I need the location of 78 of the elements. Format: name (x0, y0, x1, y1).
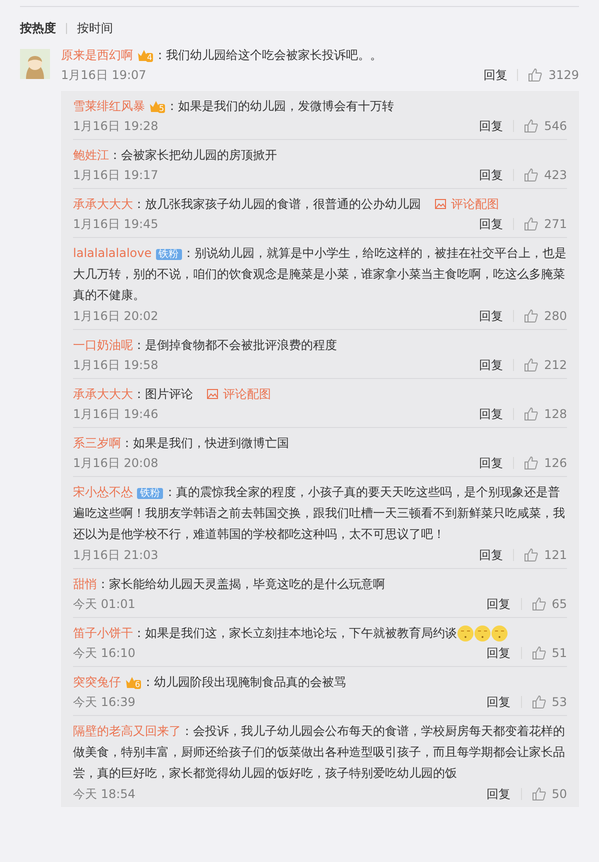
reply-link[interactable]: 回复 (479, 310, 514, 322)
sort-tab[interactable]: 按热度 (20, 20, 56, 37)
comment-text: ：如果是我们这，家长立刻挂本地论坛，下午就被教育局约谈 (133, 625, 457, 642)
avatar[interactable] (20, 49, 50, 79)
comment-time: 今天 16:10 (73, 644, 136, 662)
like-count: 65 (552, 597, 567, 611)
like-count: 212 (544, 358, 567, 372)
reply-link[interactable]: 回复 (479, 120, 514, 132)
reply-link[interactable]: 回复 (479, 549, 514, 561)
comment-text: 隔壁的老高又回来了：会投诉，我儿子幼儿园会公布每天的食谱，学校厨房每天都变着花样的做美食，特别丰富，厨师还给孩子们的饭菜做出各种造型吸引孩子，而且每学期都会让家长品尝，真的巨好吃，家长都觉得幼儿园的饭好吃，孩子特别爱吃幼儿园的饭 (73, 723, 566, 782)
comment-time: 1月16日 20:02 (73, 308, 160, 324)
thumbs-up-icon[interactable] (524, 119, 538, 133)
reply-link[interactable]: 回复 (479, 359, 514, 371)
comment-time: 今天 16:39 (73, 694, 136, 710)
reply-link[interactable]: 回复 (486, 647, 522, 659)
comment-time: 1月16日 21:03 (73, 546, 160, 564)
comment-time: 今天 18:54 (73, 786, 136, 802)
comment-text: 宋小怂不怂 铁粉 ：真的震惊我全家的程度，小孩子真的要天天吃这些吗，是个别现象还是普遍吃这些啊！我朋友学韩语之前去韩国交换，跟我们吐槽一天三顿看不到新鲜菜只吃咸菜，我还以为是他学校不行，难道韩国的学校都吃这种吗，太不可思议了吧！ (73, 484, 566, 543)
reply-link[interactable]: 回复 (486, 788, 522, 800)
comment-text: ：幼儿园阶段出现腌制食品真的会被骂 (142, 674, 346, 691)
comment-time: 1月16日 19:58 (73, 356, 160, 374)
comment-time: 1月16日 19:46 (73, 406, 160, 422)
vip-level: 4 (146, 52, 154, 62)
comment-text: ：是倒掉食物都不会被批评浪费的程度 (133, 337, 337, 354)
comment-text: ：如果是我们的幼儿园，发微博会有十万转 (166, 98, 394, 115)
like-count: 3129 (548, 68, 579, 82)
reply-link[interactable]: 回复 (486, 696, 522, 708)
thumbs-up-icon[interactable] (524, 168, 538, 182)
like-count: 280 (544, 309, 567, 323)
emoji-icon (474, 624, 491, 642)
reply-link[interactable]: 回复 (486, 598, 522, 610)
thumbs-up-icon[interactable] (524, 407, 538, 421)
vip-level: 6 (134, 680, 142, 688)
reply-link[interactable]: 回复 (483, 69, 518, 81)
thumbs-up-icon[interactable] (532, 646, 546, 660)
like-count: 121 (544, 548, 567, 562)
thumbs-up-icon[interactable] (532, 695, 546, 709)
thumbs-up-icon[interactable] (532, 787, 546, 801)
comment-text: ：图片评论 (133, 386, 193, 403)
thumbs-up-icon[interactable] (528, 68, 542, 82)
like-count: 423 (544, 168, 567, 182)
sort-tab[interactable]: 按时间 (77, 20, 113, 37)
thumbs-up-icon[interactable] (524, 217, 538, 231)
comment-text: ：如果是我们，快进到微博亡国 (121, 435, 289, 452)
thumbs-up-icon[interactable] (524, 548, 538, 562)
fan-badge: 铁粉 (137, 488, 163, 499)
reply-link[interactable]: 回复 (479, 408, 514, 420)
emoji-icon (457, 624, 474, 642)
comment-text: ：我们幼儿园给这个吃会被家长投诉吧。。 (154, 47, 382, 64)
image-icon (435, 199, 446, 209)
like-count: 53 (552, 695, 567, 709)
thumbs-up-icon[interactable] (524, 358, 538, 372)
reply-link[interactable]: 回复 (479, 218, 514, 230)
like-count: 51 (552, 646, 567, 660)
like-count: 50 (552, 787, 567, 801)
image-icon (207, 389, 218, 399)
emoji-icon (491, 624, 508, 642)
comment-time: 1月16日 19:28 (73, 118, 160, 134)
comment-text: lalalalalalove 铁粉 ：别说幼儿园，就算是中小学生，给吃这样的，被挂在社交平台上，也是大几万转，别的不说，咱们的饮食观念是腌菜是小菜，谁家拿小菜当主食吃啊，吃这么多腌菜真的不健康。 (73, 245, 567, 304)
comment-text: ：家长能给幼儿园天灵盖揭，毕竟这吃的是什么玩意啊 (97, 576, 385, 593)
comment-time: 1月16日 19:07 (61, 66, 148, 84)
comment-text: ：会被家长把幼儿园的房顶掀开 (109, 147, 277, 164)
reply-link[interactable]: 回复 (479, 169, 514, 181)
comment-time: 今天 01:01 (73, 596, 136, 612)
comment-text: ：放几张我家孩子幼儿园的食谱，很普通的公办幼儿园 (133, 196, 421, 213)
like-count: 126 (544, 456, 567, 470)
like-count: 271 (544, 217, 567, 231)
like-count: 546 (544, 119, 567, 133)
comment-time: 1月16日 19:17 (73, 166, 160, 184)
comment-time: 1月16日 19:45 (73, 216, 160, 232)
vip-level: 5 (158, 104, 166, 112)
thumbs-up-icon[interactable] (524, 309, 538, 323)
thumbs-up-icon[interactable] (524, 456, 538, 470)
thumbs-up-icon[interactable] (532, 597, 546, 611)
comment-time: 1月16日 20:08 (73, 454, 160, 472)
reply-link[interactable]: 回复 (479, 457, 514, 469)
like-count: 128 (544, 407, 567, 421)
fan-badge: 铁粉 (156, 249, 182, 260)
